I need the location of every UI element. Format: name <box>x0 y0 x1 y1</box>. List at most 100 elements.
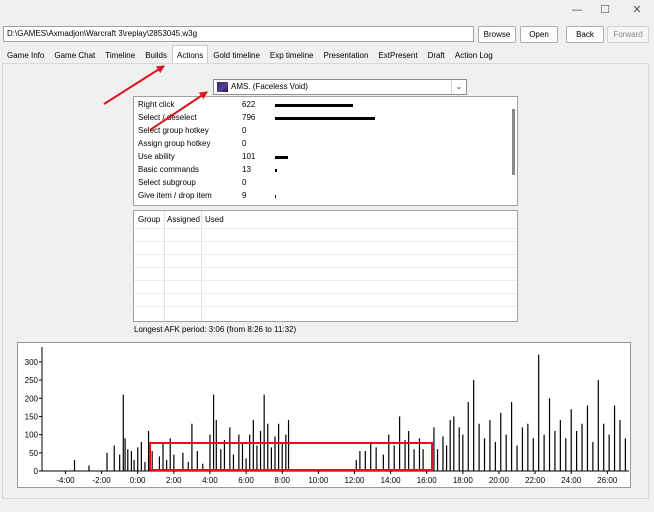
action-list-scrollbar[interactable] <box>512 109 515 175</box>
player-select-value: AMS. (Faceless Void) <box>231 82 308 91</box>
apm-bar <box>249 434 251 471</box>
apm-bar <box>449 420 451 471</box>
y-tick-label: 50 <box>29 449 38 458</box>
apm-bar <box>196 451 198 471</box>
apm-bar <box>603 423 605 471</box>
action-name: Select subgroup <box>138 178 196 187</box>
action-count: 622 <box>242 100 256 109</box>
apm-bar <box>388 434 390 471</box>
apm-bar <box>462 434 464 471</box>
tab-game-info[interactable]: Game Info <box>2 47 49 63</box>
column-header-used[interactable]: Used <box>205 215 224 224</box>
tab-action-log[interactable]: Action Log <box>450 47 498 63</box>
x-tick-label: 2:00 <box>166 476 182 485</box>
apm-bar <box>238 434 240 471</box>
apm-bar <box>399 416 401 471</box>
apm-bar <box>130 451 133 471</box>
tab-strip: Game Info Game Chat Timeline Builds Acti… <box>2 45 498 63</box>
chevron-down-icon[interactable]: ⌄ <box>451 80 466 94</box>
apm-bar <box>570 409 572 471</box>
action-count-list[interactable]: Right click 622 Select / deselect 796 Se… <box>133 96 518 206</box>
replay-path-field[interactable]: D:\GAMES\Axmadjon\Warcraft 3\replay\2853… <box>3 26 474 42</box>
apm-bar <box>565 438 567 471</box>
browse-button[interactable]: Browse <box>478 26 516 43</box>
x-tick-label: 6:00 <box>238 476 254 485</box>
row-divider <box>134 254 517 255</box>
apm-bar <box>245 458 247 471</box>
column-header-assigned[interactable]: Assigned <box>167 215 200 224</box>
apm-bar <box>232 454 235 471</box>
x-tick-label: 26:00 <box>597 476 618 485</box>
apm-bar <box>278 423 280 471</box>
tab-draft[interactable]: Draft <box>423 47 450 63</box>
x-tick-label: 20:00 <box>489 476 510 485</box>
action-name: Basic commands <box>138 165 199 174</box>
close-icon[interactable]: ✕ <box>628 3 646 17</box>
action-count: 13 <box>242 165 251 174</box>
apm-bar <box>127 449 129 471</box>
apm-bar <box>187 461 189 471</box>
apm-bar <box>223 440 226 471</box>
action-row: Use ability 101 <box>138 151 508 163</box>
apm-bar <box>559 420 561 471</box>
apm-bar <box>442 436 444 471</box>
tab-gold-timeline[interactable]: Gold timeline <box>208 47 265 63</box>
tab-timeline[interactable]: Timeline <box>100 47 140 63</box>
action-bar <box>275 195 277 198</box>
action-bar <box>275 117 375 120</box>
apm-bar <box>382 454 384 471</box>
tab-actions[interactable]: Actions <box>172 45 209 63</box>
apm-bar <box>252 420 254 471</box>
x-tick-label: 24:00 <box>561 476 582 485</box>
x-tick-label: -4:00 <box>56 476 75 485</box>
maximize-icon[interactable]: ☐ <box>596 3 614 17</box>
row-divider <box>134 241 517 242</box>
row-divider <box>134 280 517 281</box>
apm-bar <box>521 427 524 471</box>
apm-bar <box>473 380 475 471</box>
apm-bar <box>173 454 175 471</box>
open-button[interactable]: Open <box>520 26 558 43</box>
forward-button[interactable]: Forward <box>607 26 649 43</box>
row-divider <box>134 267 517 268</box>
x-tick-label: 10:00 <box>308 476 329 485</box>
apm-chart-svg: 0 50 100 150 200 250 300 -4:00 -2:00 0:00 2:00 4:00… <box>25 347 629 485</box>
apm-bar <box>119 454 121 471</box>
tab-builds[interactable]: Builds <box>140 47 172 63</box>
apm-bar <box>375 447 377 471</box>
action-name: Right click <box>138 100 175 109</box>
apm-bar <box>259 431 262 471</box>
apm-bar <box>209 434 211 471</box>
action-name: Select / deselect <box>138 113 197 122</box>
apm-bar <box>202 463 204 471</box>
apm-bar <box>229 427 231 471</box>
apm-bar <box>494 441 496 471</box>
apm-bar <box>124 438 126 471</box>
apm-bar <box>458 427 460 471</box>
action-bar <box>275 104 354 107</box>
column-header-group[interactable]: Group <box>138 215 160 224</box>
apm-bar <box>413 449 415 471</box>
tab-game-chat[interactable]: Game Chat <box>49 47 100 63</box>
action-row: Select subgroup 0 <box>138 177 508 189</box>
apm-bar <box>144 461 146 471</box>
action-count: 0 <box>242 178 247 187</box>
action-count: 0 <box>242 139 247 148</box>
apm-bar <box>88 465 90 471</box>
apm-bar <box>106 452 108 471</box>
apm-bar <box>274 436 276 471</box>
apm-bar <box>538 354 540 471</box>
apm-bar <box>270 447 272 471</box>
title-bar: — ☐ ✕ <box>0 0 654 22</box>
apm-bar <box>364 451 366 471</box>
tab-exp-timeline[interactable]: Exp timeline <box>265 47 319 63</box>
tab-extpresent[interactable]: ExtPresent <box>373 47 422 63</box>
tab-presentation[interactable]: Presentation <box>319 47 374 63</box>
minimize-icon[interactable]: — <box>568 3 586 17</box>
apm-bar <box>162 443 164 471</box>
apm-bar <box>355 460 357 471</box>
back-button[interactable]: Back <box>566 26 604 43</box>
apm-bar <box>220 449 222 471</box>
player-select[interactable]: AMS. (Faceless Void) ⌄ <box>213 79 467 95</box>
group-hotkey-table[interactable]: Group Assigned Used <box>133 210 518 322</box>
